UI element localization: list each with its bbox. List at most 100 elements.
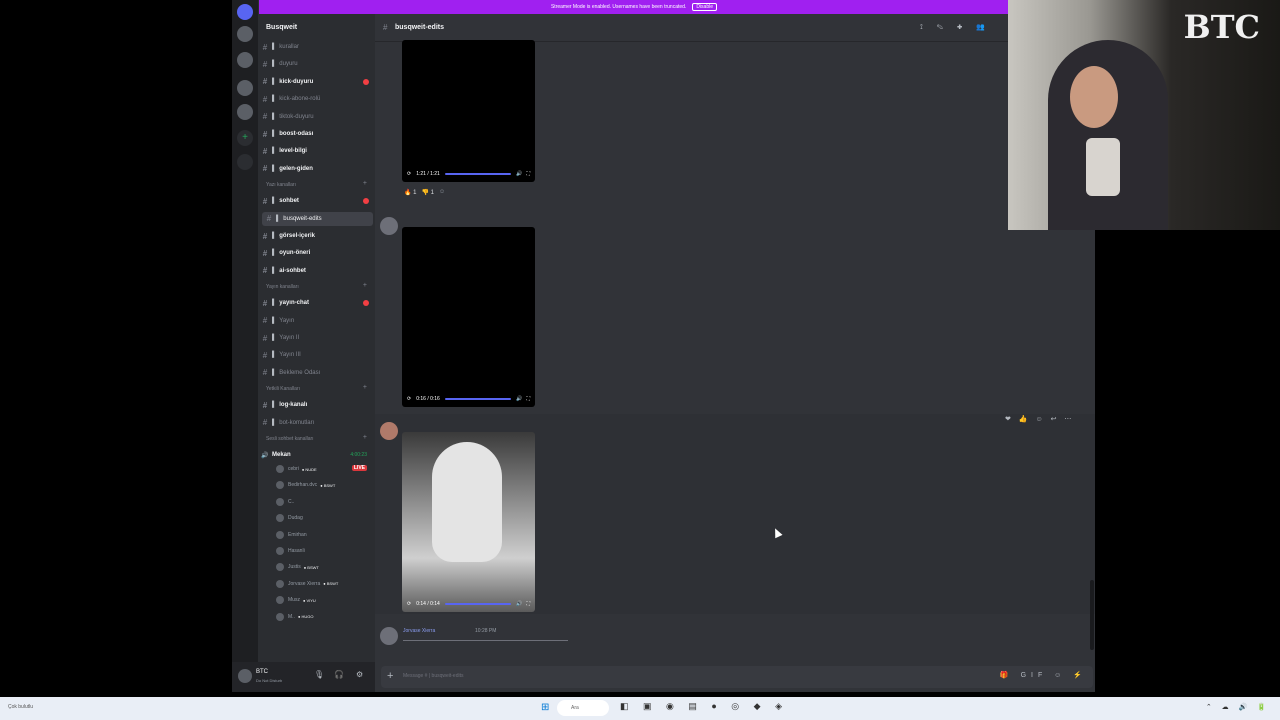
fullscreen-icon[interactable]: ⛶ — [526, 396, 530, 402]
volume-icon[interactable]: 🔊 — [516, 396, 522, 402]
channel-top-3[interactable]: # ▌ kick-abone-rolü — [258, 92, 375, 106]
video-controls[interactable]: ⟳ 1:21 / 1:21 🔊 ⛶ — [402, 166, 535, 182]
message-time: 10:28 PM — [475, 628, 497, 634]
channel-emoji-icon: ▌ — [272, 402, 277, 409]
channel-stream-3[interactable]: # ▌ Yayın III — [258, 348, 375, 362]
fullscreen-icon[interactable]: ⛶ — [526, 171, 530, 177]
user-tag: ● BSWT — [320, 482, 336, 488]
category-header[interactable]: Sesli sohbet kanalları — [266, 436, 314, 442]
channel-top-2[interactable]: # ▌ kick-duyuru — [258, 75, 375, 89]
avatar[interactable] — [380, 422, 398, 440]
voice-channel[interactable]: 🔊 Mekan 4:00:23 — [258, 448, 375, 462]
channel-stream-0[interactable]: # ▌ yayın-chat — [258, 296, 375, 310]
voice-user[interactable]: Jorvase Xierra ● BSWT — [276, 579, 338, 588]
home-icon[interactable] — [237, 4, 253, 20]
scrollbar[interactable] — [1090, 580, 1094, 650]
gear-icon[interactable]: ⚙ — [356, 670, 363, 679]
voice-user[interactable]: Emirhan — [276, 530, 307, 539]
add-channel-icon[interactable]: + — [363, 434, 367, 441]
channel-label: busqweit-edits — [283, 215, 322, 222]
channel-emoji-icon: ▌ — [272, 300, 277, 307]
video-player[interactable]: ⟳ 1:21 / 1:21 🔊 ⛶ — [402, 40, 535, 182]
category-header[interactable]: Yetkili Kanalları — [266, 386, 300, 392]
channel-text-3[interactable]: # ▌ oyun-öneri — [258, 246, 375, 260]
play-icon[interactable]: ⟳ — [407, 601, 411, 607]
channel-emoji-icon: ▌ — [272, 78, 277, 85]
channel-top-4[interactable]: # ▌ tiktok-duyuru — [258, 110, 375, 124]
add-channel-icon[interactable]: + — [363, 384, 367, 391]
message-author[interactable]: Jorvase Xierra — [403, 628, 435, 634]
category-header[interactable]: Yazı kanalları — [266, 182, 296, 188]
add-reaction-icon[interactable]: ☺ — [439, 189, 445, 196]
channel-staff-0[interactable]: # ▌ log-kanalı — [258, 398, 375, 412]
add-server-icon[interactable]: + — [237, 130, 253, 146]
composer-tools[interactable]: 🎁 GIF ☺ ⚡ — [1000, 671, 1087, 679]
message-actions[interactable]: ❤ 👍 ☺ ↩ ⋯ — [1005, 415, 1074, 423]
server-icon[interactable] — [237, 52, 253, 68]
voice-user[interactable]: Musz ● VIYU — [276, 596, 316, 605]
add-channel-icon[interactable]: + — [363, 180, 367, 187]
progress-bar[interactable] — [444, 398, 512, 400]
video-controls[interactable]: ⟳ 0:16 / 0:16 🔊 ⛶ — [402, 391, 535, 407]
channel-top-5[interactable]: # ▌ boost-odası — [258, 127, 375, 141]
avatar[interactable] — [238, 669, 252, 683]
channel-staff-1[interactable]: # ▌ bot-komutları — [258, 416, 375, 430]
progress-bar[interactable] — [444, 603, 512, 605]
user-tag: ● HUGO — [297, 614, 314, 620]
server-icon[interactable] — [237, 26, 253, 42]
reaction[interactable]: 👎 1 — [421, 189, 433, 196]
hash-icon: # — [262, 196, 268, 206]
volume-icon[interactable]: 🔊 — [516, 601, 522, 607]
voice-user[interactable]: Hasanli — [276, 547, 305, 555]
voice-user[interactable]: Bedirhan.dvc ● BSWT — [276, 481, 336, 490]
avatar[interactable] — [380, 217, 398, 235]
category-header[interactable]: Yayın kanalları — [266, 284, 299, 290]
message-composer[interactable]: + Message # | busqweit-edits 🎁 GIF ☺ ⚡ — [381, 666, 1093, 688]
avatar — [276, 465, 284, 473]
taskbar-apps[interactable]: ◧ ▣ ◉ ▤ ● ◎ ◆ ◈ — [620, 701, 788, 712]
weather-widget[interactable]: Çok bulutlu — [8, 704, 33, 710]
volume-icon[interactable]: 🔊 — [516, 171, 522, 177]
header-tools[interactable]: ⟟ ✎ ✚ 👥 — [920, 23, 991, 32]
headphones-icon[interactable]: 🎧 — [334, 670, 344, 679]
channel-top-1[interactable]: # ▌ duyuru — [258, 57, 375, 71]
disable-button[interactable]: Disable — [692, 3, 718, 11]
channel-text-1[interactable]: # ▌ busqweit-edits — [262, 211, 373, 226]
add-attachment-icon[interactable]: + — [387, 670, 393, 682]
hash-icon: # — [262, 316, 268, 326]
channel-text-0[interactable]: # ▌ sohbet — [258, 194, 375, 208]
voice-user[interactable]: cebri ● NUDE — [276, 465, 317, 473]
video-player[interactable]: ⟳ 0:16 / 0:16 🔊 ⛶ — [402, 227, 535, 407]
voice-user[interactable]: C.. — [276, 497, 294, 506]
live-badge: LIVE — [351, 465, 367, 471]
channel-top-6[interactable]: # ▌ level-bilgi — [258, 144, 375, 158]
system-tray[interactable]: ⌃ ☁ 🔊 🔋 — [1206, 703, 1270, 711]
guild-name[interactable]: Busqweit — [266, 24, 297, 31]
reaction[interactable]: 🔥 1 — [404, 189, 416, 196]
channel-stream-1[interactable]: # ▌ Yayın — [258, 314, 375, 328]
play-icon[interactable]: ⟳ — [407, 171, 411, 177]
channel-text-4[interactable]: # ▌ ai-sohbet — [258, 264, 375, 278]
voice-user[interactable]: M.. ● HUGO — [276, 612, 314, 621]
channel-text-2[interactable]: # ▌ görsel-içerik — [258, 229, 375, 243]
progress-bar[interactable] — [444, 173, 512, 175]
channel-stream-4[interactable]: # ▌ Bekleme Odası — [258, 366, 375, 380]
play-icon[interactable]: ⟳ — [407, 396, 411, 402]
streamer-banner: Streamer Mode is enabled. Usernames have… — [259, 0, 1009, 14]
server-icon[interactable] — [237, 80, 253, 96]
fullscreen-icon[interactable]: ⛶ — [526, 601, 530, 607]
mic-icon[interactable]: 🎙 — [314, 670, 324, 679]
avatar[interactable] — [380, 627, 398, 645]
taskbar-search[interactable]: Ara — [557, 700, 609, 716]
server-icon[interactable] — [237, 104, 253, 120]
channel-top-7[interactable]: # ▌ gelen-giden — [258, 162, 375, 176]
channel-top-0[interactable]: # ▌ kurallar — [258, 40, 375, 54]
voice-user[interactable]: Justis ● BSWT — [276, 563, 319, 572]
add-channel-icon[interactable]: + — [363, 282, 367, 289]
video-controls[interactable]: ⟳ 0:14 / 0:14 🔊 ⛶ — [402, 596, 535, 612]
channel-stream-2[interactable]: # ▌ Yayın II — [258, 331, 375, 345]
discover-icon[interactable] — [237, 154, 253, 170]
voice-user[interactable]: Dudag — [276, 514, 303, 523]
video-player[interactable]: ⟳ 0:14 / 0:14 🔊 ⛶ — [402, 432, 535, 612]
start-icon[interactable]: ⊞ — [541, 702, 549, 713]
